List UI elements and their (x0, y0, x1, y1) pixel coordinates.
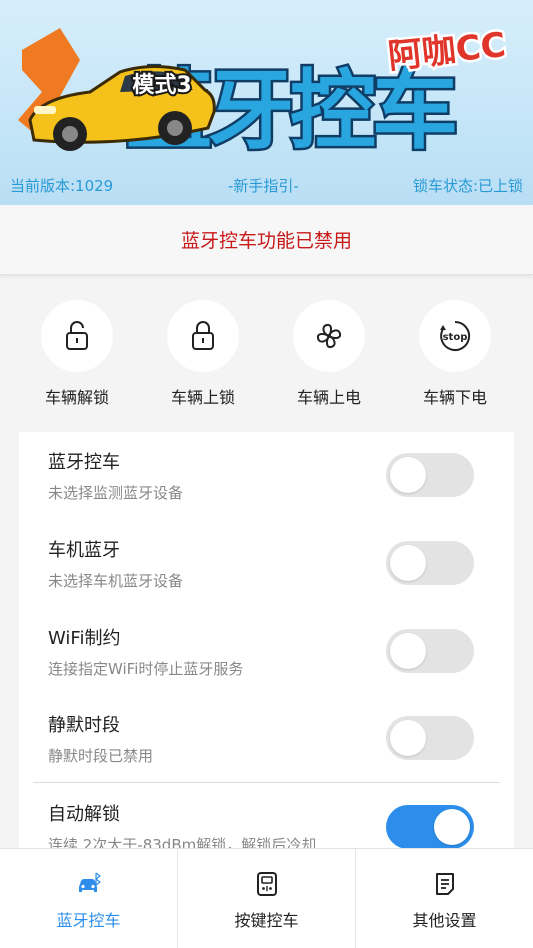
unlock-icon (66, 321, 88, 350)
status-bar: 蓝牙控车功能已禁用 (0, 205, 533, 275)
version-text: 当前版本:1029 (10, 177, 114, 195)
setting-description: 未选择监测蓝牙设备 (48, 484, 184, 502)
setting-car-bluetooth[interactable]: 车机蓝牙 未选择车机蓝牙设备 (19, 520, 514, 608)
power-on-label: 车辆上电 (296, 388, 361, 407)
nav-label: 其他设置 (412, 911, 477, 930)
setting-title: 静默时段 (48, 715, 120, 736)
power-on-button-circle[interactable] (293, 300, 365, 372)
brand-logo: 阿咖CC (386, 25, 507, 77)
toggle-knob (390, 720, 426, 756)
car-bluetooth-toggle[interactable] (386, 541, 474, 585)
document-settings-icon (435, 873, 454, 895)
nav-label: 蓝牙控车 (56, 911, 121, 930)
toggle-knob (390, 545, 426, 581)
unlock-button-circle[interactable] (41, 300, 113, 372)
stop-icon-text: stop (443, 332, 468, 343)
bottom-nav: 蓝牙控车 按键控车 其他设置 (0, 848, 533, 948)
power-off-button[interactable]: stop 车辆下电 (405, 300, 505, 408)
toggle-knob (390, 633, 426, 669)
lock-button-circle[interactable] (167, 300, 239, 372)
power-on-button[interactable]: 车辆上电 (279, 300, 379, 408)
lock-icon (192, 321, 214, 350)
stop-icon: stop (440, 320, 471, 351)
setting-bluetooth-control[interactable]: 蓝牙控车 未选择监测蓝牙设备 (19, 432, 514, 520)
nav-label: 按键控车 (234, 911, 299, 930)
toggle-knob (434, 809, 470, 845)
fan-icon (316, 323, 342, 349)
setting-quiet-hours[interactable]: 静默时段 静默时段已禁用 (19, 695, 514, 783)
nav-key-control[interactable]: 按键控车 (177, 849, 355, 948)
power-off-label: 车辆下电 (422, 388, 487, 407)
header-banner: 蓝牙控车 模式3 阿咖CC 当前版本:1029 -新手指引- 锁车状态:已上锁 (0, 0, 533, 205)
guide-link[interactable]: -新手指引- (228, 175, 299, 196)
unlock-label: 车辆解锁 (44, 388, 109, 407)
bluetooth-car-icon (78, 872, 101, 892)
lock-status-text: 锁车状态:已上锁 (412, 177, 523, 195)
toggle-knob (390, 457, 426, 493)
setting-title: 蓝牙控车 (48, 452, 120, 473)
banner-logo-art: 蓝牙控车 模式3 阿咖CC (18, 23, 510, 164)
setting-title: 自动解锁 (48, 804, 120, 825)
info-row: 当前版本:1029 -新手指引- 锁车状态:已上锁 (0, 172, 533, 198)
setting-title: WiFi制约 (48, 628, 121, 649)
settings-card: 蓝牙控车 未选择监测蓝牙设备 车机蓝牙 未选择车机蓝牙设备 WiFi制约 连接指… (19, 432, 514, 862)
quiet-hours-toggle[interactable] (386, 716, 474, 760)
power-off-button-circle[interactable]: stop (419, 300, 491, 372)
setting-wifi-restriction[interactable]: WiFi制约 连接指定WiFi时停止蓝牙服务 (19, 608, 514, 696)
unlock-vehicle-button[interactable]: 车辆解锁 (27, 300, 127, 408)
setting-title: 车机蓝牙 (48, 540, 120, 561)
nav-other-settings[interactable]: 其他设置 (355, 849, 533, 948)
mode-badge: 模式3 (132, 73, 191, 98)
setting-description: 未选择车机蓝牙设备 (48, 572, 184, 590)
lock-vehicle-button[interactable]: 车辆上锁 (153, 300, 253, 408)
setting-description: 静默时段已禁用 (48, 747, 154, 765)
wifi-restriction-toggle[interactable] (386, 629, 474, 673)
nav-bluetooth-control[interactable]: 蓝牙控车 (0, 849, 177, 948)
divider (33, 782, 500, 783)
remote-key-icon (256, 872, 277, 896)
status-message: 蓝牙控车功能已禁用 (180, 230, 352, 252)
bluetooth-control-toggle[interactable] (386, 453, 474, 497)
auto-unlock-toggle[interactable] (386, 805, 474, 849)
lock-label: 车辆上锁 (170, 388, 235, 407)
setting-description: 连接指定WiFi时停止蓝牙服务 (48, 660, 244, 678)
quick-actions: 车辆解锁 车辆上锁 车辆上电 stop 车辆下电 (0, 300, 533, 410)
